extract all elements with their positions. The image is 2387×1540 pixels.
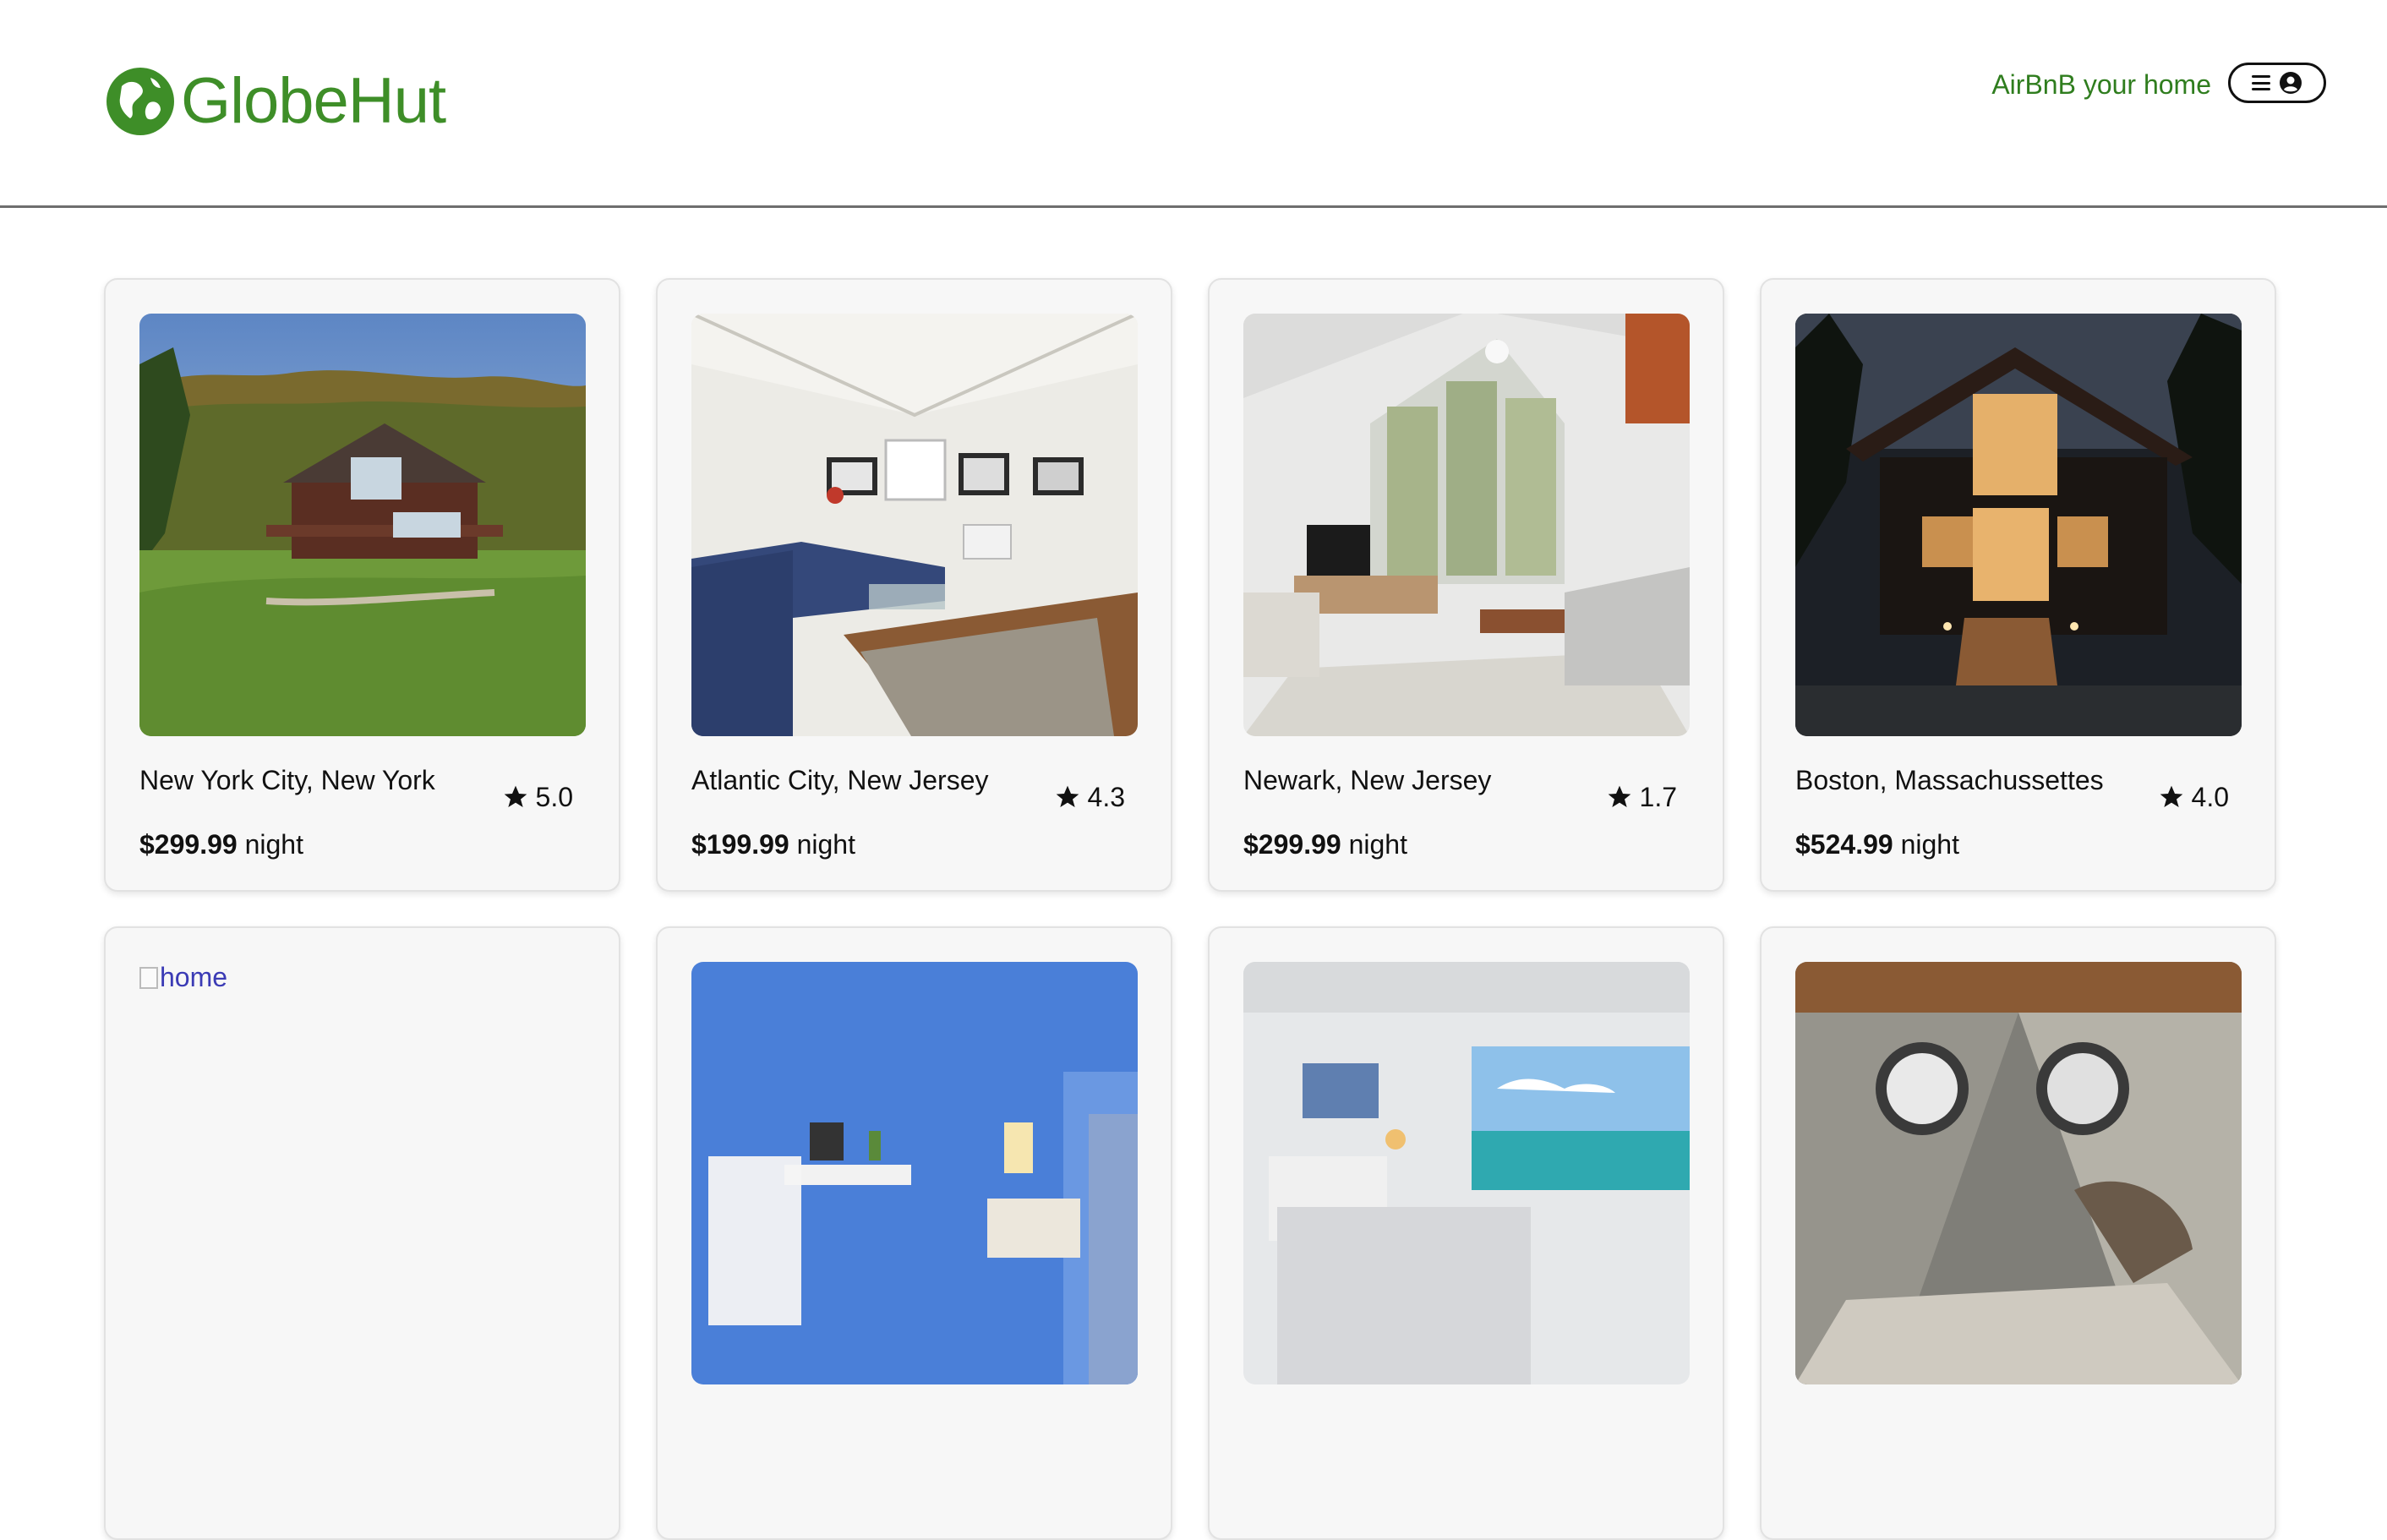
blue-desk-room-photo: [691, 962, 1138, 1384]
host-your-home-link[interactable]: AirBnB your home: [1991, 68, 2211, 101]
price-amount: $299.99: [139, 829, 238, 860]
listing-card[interactable]: [1208, 926, 1724, 1540]
star-icon: [504, 785, 527, 807]
listing-rating: 4.3: [1054, 780, 1125, 814]
listing-rating: 4.0: [2158, 780, 2229, 814]
listing-photo[interactable]: [1795, 314, 2242, 736]
brand-logo[interactable]: GlobeHut: [105, 65, 446, 137]
price-amount: $524.99: [1795, 829, 1893, 860]
listing-price: $199.99 night: [691, 827, 855, 861]
top-header: GlobeHut AirBnB your home: [0, 0, 2387, 208]
user-menu-button[interactable]: [2228, 63, 2326, 103]
listing-location: New York City, New York: [139, 765, 435, 795]
listing-card[interactable]: New York City, New York 5.0 $299.99 nigh…: [104, 278, 620, 892]
ocean-view-bedroom-photo: [1243, 962, 1690, 1384]
price-amount: $199.99: [691, 829, 789, 860]
price-unit: night: [796, 829, 855, 860]
listing-price: $299.99 night: [1243, 827, 1407, 861]
listing-card[interactable]: [1760, 926, 2276, 1540]
star-icon: [1608, 785, 1630, 807]
listing-card[interactable]: Newark, New Jersey 1.7 $299.99 night: [1208, 278, 1724, 892]
lake-house-photo: [139, 314, 586, 736]
star-icon: [2160, 785, 2182, 807]
listing-location: Boston, Massachussettes: [1795, 765, 2104, 795]
listing-location: Newark, New Jersey: [1243, 765, 1492, 795]
listing-card[interactable]: home: [104, 926, 620, 1540]
price-unit: night: [1900, 829, 1959, 860]
bright-living-room-photo: [1243, 314, 1690, 736]
porthole-bedroom-photo: [1795, 962, 2242, 1384]
listing-price: $299.99 night: [139, 827, 303, 861]
star-icon: [1056, 785, 1079, 807]
rating-value: 4.3: [1087, 782, 1125, 812]
image-alt-text: home: [160, 962, 228, 992]
listing-photo[interactable]: [691, 314, 1138, 736]
listing-card[interactable]: [656, 926, 1172, 1540]
listing-card[interactable]: Boston, Massachussettes 4.0 $524.99 nigh…: [1760, 278, 2276, 892]
price-unit: night: [1348, 829, 1407, 860]
listing-location: Atlantic City, New Jersey: [691, 765, 989, 795]
price-amount: $299.99: [1243, 829, 1341, 860]
broken-image[interactable]: home: [139, 962, 227, 993]
listing-photo[interactable]: [1243, 962, 1690, 1384]
blue-sofa-living-room-photo: [691, 314, 1138, 736]
listing-photo[interactable]: [691, 962, 1138, 1384]
listing-photo[interactable]: [139, 314, 586, 736]
rating-value: 5.0: [535, 782, 573, 812]
listing-rating: 1.7: [1606, 780, 1677, 814]
broken-image-icon: [139, 966, 158, 989]
rating-value: 1.7: [1639, 782, 1677, 812]
hamburger-menu-icon: [2252, 75, 2270, 90]
brand-name: GlobeHut: [181, 65, 446, 137]
globe-logo-icon: [107, 68, 174, 135]
rating-value: 4.0: [2191, 782, 2229, 812]
listing-card[interactable]: Atlantic City, New Jersey 4.3 $199.99 ni…: [656, 278, 1172, 892]
listing-photo[interactable]: [1795, 962, 2242, 1384]
listing-price: $524.99 night: [1795, 827, 1959, 861]
listing-photo[interactable]: [1243, 314, 1690, 736]
cabin-at-night-photo: [1795, 314, 2242, 736]
price-unit: night: [244, 829, 303, 860]
user-avatar-icon: [2280, 72, 2302, 94]
listing-rating: 5.0: [502, 780, 573, 814]
